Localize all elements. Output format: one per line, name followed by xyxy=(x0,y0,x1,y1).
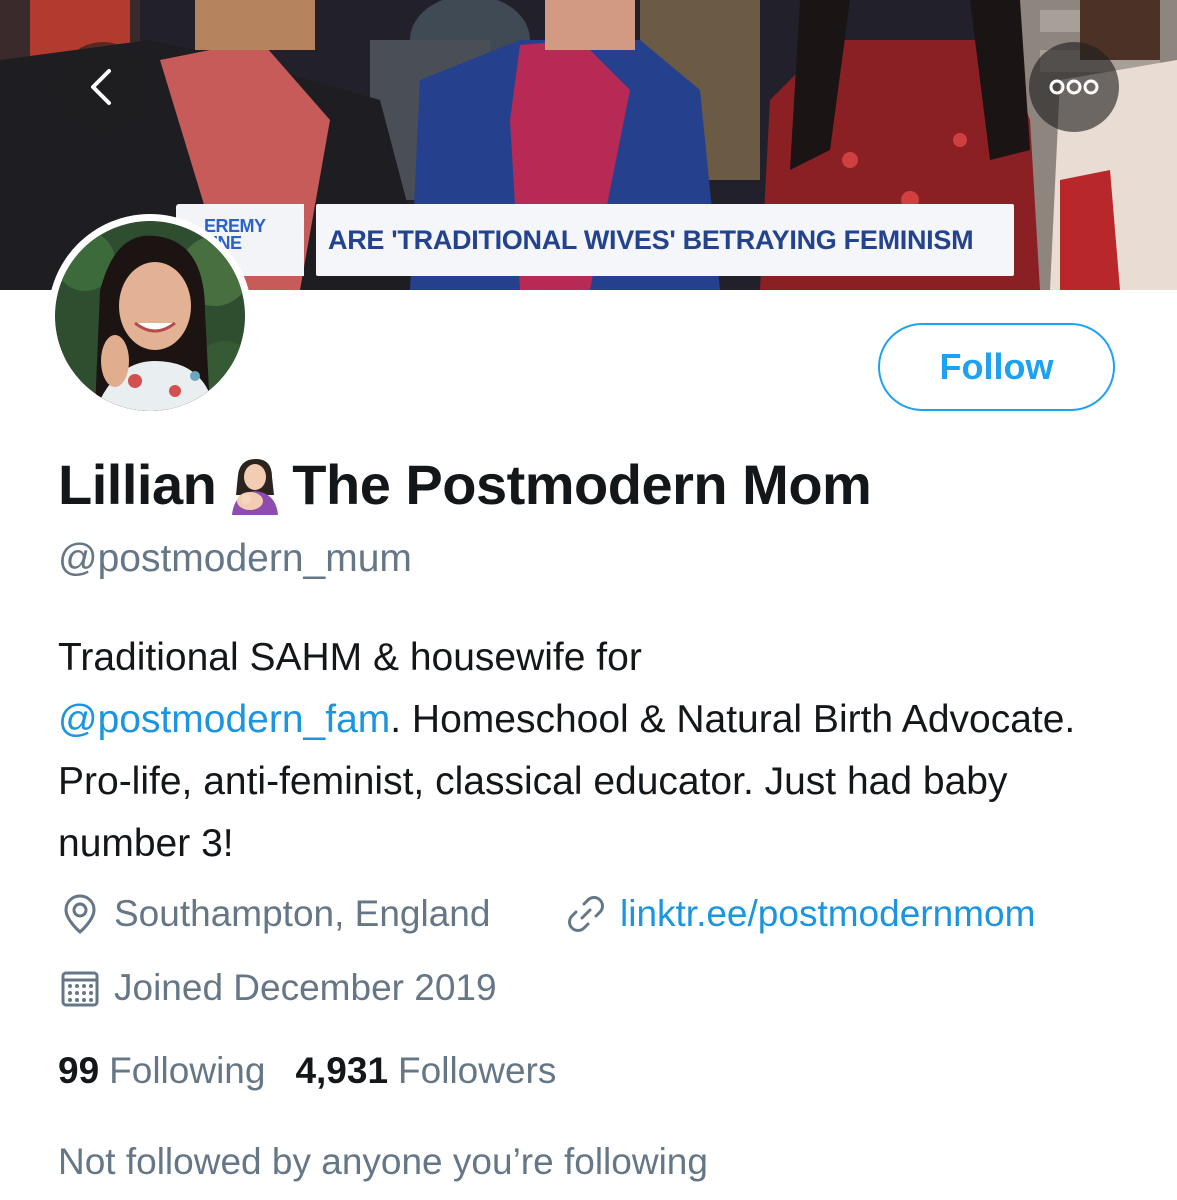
display-name-first: Lillian xyxy=(58,453,217,516)
link-icon xyxy=(568,896,604,932)
website-link[interactable]: linktr.ee/postmodernmom xyxy=(620,893,1035,935)
more-options-button[interactable] xyxy=(1029,42,1119,132)
profile-avatar[interactable] xyxy=(48,214,252,418)
headline-bar: ARE 'TRADITIONAL WIVES' BETRAYING FEMINI… xyxy=(316,204,1014,276)
username-handle: @postmodern_mum xyxy=(58,537,412,580)
display-name: Lillian The Postmodern Mom xyxy=(58,452,872,517)
joined-row: Joined December 2019 xyxy=(58,966,497,1010)
location-text: Southampton, England xyxy=(114,893,491,934)
followers-count: 4,931 xyxy=(295,1050,389,1091)
following-count: 99 xyxy=(58,1050,100,1091)
location-pin-icon xyxy=(64,894,96,934)
followers-label: Followers xyxy=(398,1050,557,1091)
headline-text: ARE 'TRADITIONAL WIVES' BETRAYING FEMINI… xyxy=(328,224,974,255)
tv-lower-third: EREMY INE ARE 'TRADITIONAL WIVES' BETRAY… xyxy=(176,204,1014,276)
location-row: Southampton, England xyxy=(58,892,490,936)
bio-mention-link[interactable]: @postmodern_fam xyxy=(58,698,390,741)
follow-button[interactable]: Follow xyxy=(878,323,1115,411)
social-context-text: Not followed by anyone you’re following xyxy=(58,1141,708,1182)
followers-link[interactable]: 4,931 Followers xyxy=(295,1050,556,1092)
joined-date-text: Joined December 2019 xyxy=(114,967,497,1008)
profile-bio: Traditional SAHM & housewife for @postmo… xyxy=(58,627,1138,875)
display-name-rest: The Postmodern Mom xyxy=(292,453,872,516)
back-button[interactable] xyxy=(58,42,148,132)
calendar-icon xyxy=(61,971,99,1007)
bio-text-start: Traditional SAHM & housewife for xyxy=(58,636,642,679)
avatar-photo xyxy=(55,221,245,411)
ellipsis-icon xyxy=(1049,79,1099,95)
following-link[interactable]: 99 Following xyxy=(58,1050,265,1092)
follow-stats: 99 Following 4,931 Followers xyxy=(58,1050,556,1092)
following-label: Following xyxy=(109,1050,266,1091)
breastfeeding-emoji-icon xyxy=(232,458,279,515)
website-row: linktr.ee/postmodernmom xyxy=(564,892,1035,936)
chevron-left-icon xyxy=(91,69,111,105)
